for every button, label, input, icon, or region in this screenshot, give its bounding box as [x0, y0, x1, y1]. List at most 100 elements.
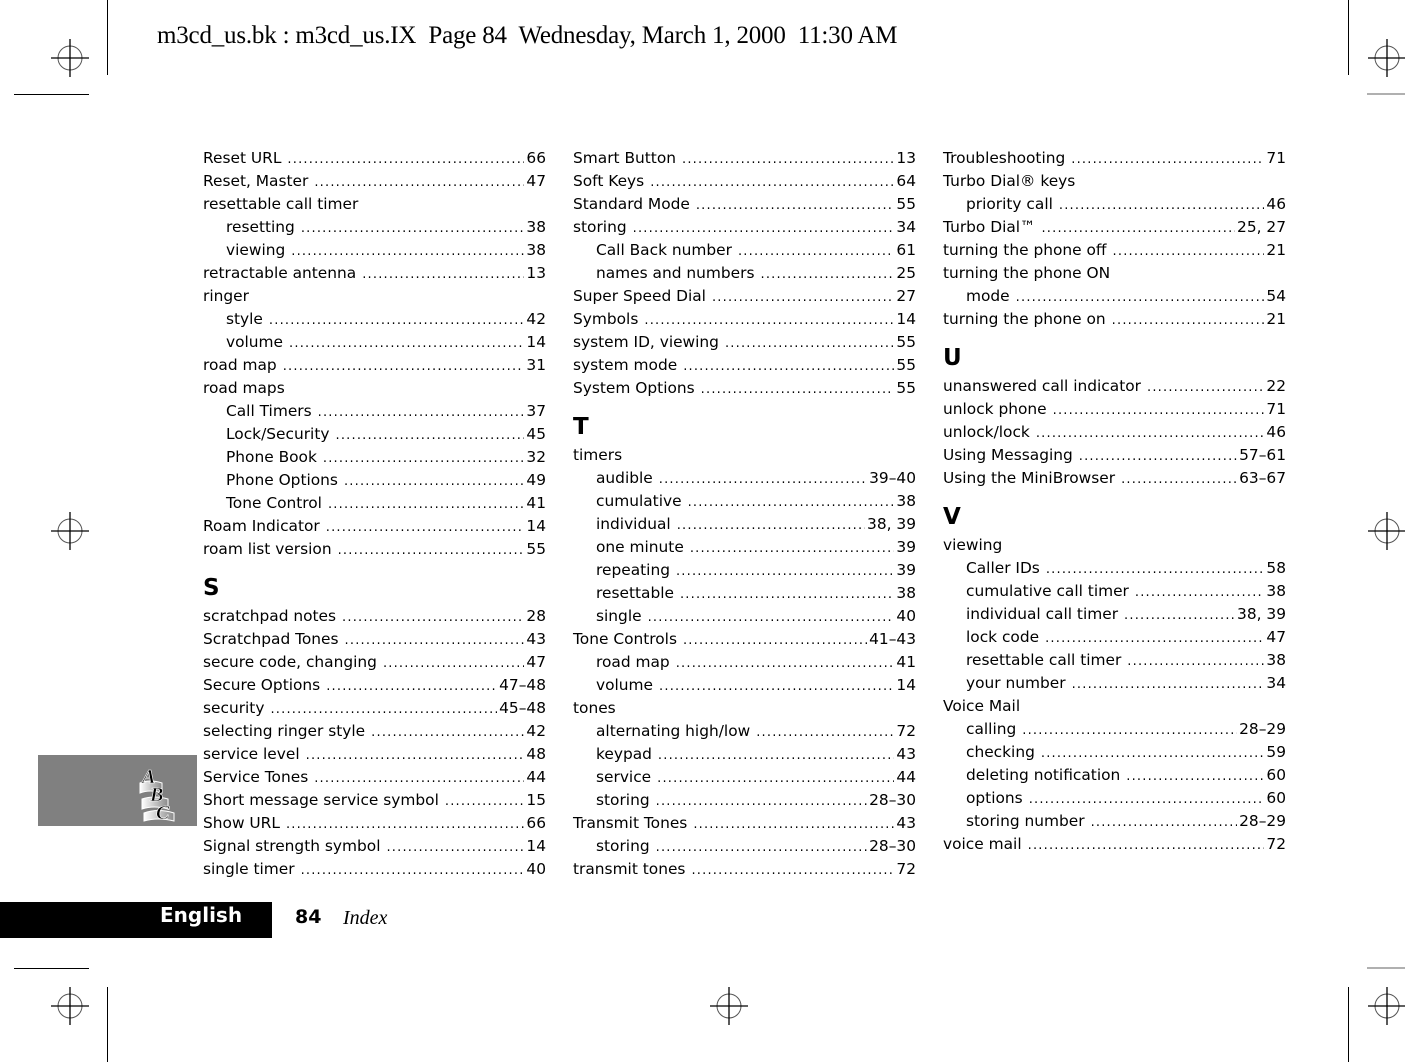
- dot-leader: [659, 675, 894, 698]
- index-term: alternating high/low: [596, 722, 751, 740]
- dot-leader: [690, 537, 895, 560]
- dot-leader: [318, 401, 525, 424]
- index-entry: tones: [573, 697, 916, 720]
- index-page-ref: 21: [1266, 310, 1286, 328]
- index-term: Caller IDs: [966, 559, 1040, 577]
- index-term: Phone Options: [226, 471, 338, 489]
- index-term: Scratchpad Tones: [203, 630, 339, 648]
- index-page-ref: 60: [1266, 789, 1286, 807]
- index-term: Roam Indicator: [203, 517, 320, 535]
- index-term: viewing: [226, 241, 286, 259]
- index-page-ref: 13: [896, 149, 916, 167]
- dot-leader: [289, 332, 524, 355]
- index-page-ref: 28–30: [869, 791, 916, 809]
- index-term: single timer: [203, 860, 295, 878]
- index-entry: unlock phone 71: [943, 398, 1286, 421]
- index-page-ref: 42: [526, 722, 546, 740]
- dot-leader: [287, 148, 524, 171]
- index-entry: turning the phone ON: [943, 262, 1286, 285]
- index-term: priority call: [966, 195, 1053, 213]
- index-subentry: lock code 47: [943, 626, 1286, 649]
- index-page-ref: 47: [1266, 628, 1286, 646]
- index-letter-heading: V: [943, 504, 961, 530]
- index-page-ref: 57–61: [1239, 446, 1286, 464]
- index-term: deleting notification: [966, 766, 1121, 784]
- index-entry: Show URL 66: [203, 812, 546, 835]
- index-page-ref: 14: [526, 837, 546, 855]
- dot-leader: [371, 721, 524, 744]
- dot-leader: [1053, 399, 1265, 422]
- index-term: lock code: [966, 628, 1040, 646]
- index-page-ref: 40: [526, 860, 546, 878]
- index-page-ref: 48: [526, 745, 546, 763]
- index-entry: Roam Indicator 14: [203, 515, 546, 538]
- index-term: cumulative call timer: [966, 582, 1129, 600]
- index-letter-heading: S: [203, 575, 220, 601]
- footer-page-number: 84: [295, 906, 322, 928]
- crop-mark-top-left-horizontal: [14, 94, 89, 95]
- dot-leader: [738, 240, 894, 263]
- index-term: storing: [596, 791, 650, 809]
- index-subentry: Lock/Security 45: [203, 423, 546, 446]
- index-term: keypad: [596, 745, 652, 763]
- index-term: Call Back number: [596, 241, 732, 259]
- index-entry: Tone Controls 41–43: [573, 628, 916, 651]
- index-subentry: Call Timers 37: [203, 400, 546, 423]
- index-page-ref: 37: [526, 402, 546, 420]
- index-entry: voice mail 72: [943, 833, 1286, 856]
- index-subentry: resettable 38: [573, 582, 916, 605]
- index-term: style: [226, 310, 263, 328]
- index-page-ref: 28–29: [1239, 812, 1286, 830]
- registration-mark-icon: [50, 511, 90, 551]
- dot-leader: [283, 355, 525, 378]
- dot-leader: [1147, 376, 1264, 399]
- dot-leader: [1041, 217, 1235, 240]
- index-page-ref: 41: [896, 653, 916, 671]
- dot-leader: [1016, 286, 1265, 309]
- index-term: Transmit Tones: [573, 814, 688, 832]
- index-entry: Signal strength symbol 14: [203, 835, 546, 858]
- dot-leader: [658, 744, 894, 767]
- registration-mark-icon: [50, 38, 90, 78]
- index-entry: Scratchpad Tones 43: [203, 628, 546, 651]
- index-page-ref: 43: [896, 814, 916, 832]
- index-term: mode: [966, 287, 1010, 305]
- dot-leader: [1113, 240, 1265, 263]
- index-entry: scratchpad notes 28: [203, 605, 546, 628]
- index-page-ref: 46: [1266, 195, 1286, 213]
- index-term: turning the phone off: [943, 241, 1107, 259]
- index-term: Using Messaging: [943, 446, 1073, 464]
- index-subentry: calling 28–29: [943, 718, 1286, 741]
- index-page-ref: 47–48: [499, 676, 546, 694]
- index-term: Signal strength symbol: [203, 837, 381, 855]
- index-term: road maps: [203, 379, 285, 397]
- index-entry: Super Speed Dial 27: [573, 285, 916, 308]
- index-subentry: audible 39–40: [573, 467, 916, 490]
- index-subentry: resetting 38: [203, 216, 546, 239]
- crop-mark-bottom-left-vertical: [107, 987, 108, 1062]
- index-entry: Symbols 14: [573, 308, 916, 331]
- index-entry: system ID, viewing 55: [573, 331, 916, 354]
- index-term: individual: [596, 515, 671, 533]
- index-page-ref: 47: [526, 653, 546, 671]
- index-page-ref: 72: [896, 722, 916, 740]
- crop-mark-top-left-vertical: [107, 0, 108, 75]
- registration-mark-icon: [50, 986, 90, 1026]
- print-slug-header: m3cd_us.bk : m3cd_us.IX Page 84 Wednesda…: [157, 22, 898, 49]
- index-term: Smart Button: [573, 149, 677, 167]
- index-term: Secure Options: [203, 676, 321, 694]
- dot-leader: [386, 836, 524, 859]
- index-term: Super Speed Dial: [573, 287, 706, 305]
- index-entry: security 45–48: [203, 697, 546, 720]
- index-page-ref: 40: [896, 607, 916, 625]
- index-term: calling: [966, 720, 1017, 738]
- index-page-ref: 14: [896, 676, 916, 694]
- dot-leader: [314, 767, 524, 790]
- index-term: unlock phone: [943, 400, 1047, 418]
- crop-mark-top-right-horizontal: [1367, 93, 1405, 95]
- dot-leader: [682, 148, 894, 171]
- index-term: Service Tones: [203, 768, 309, 786]
- crop-mark-bottom-right-horizontal: [1367, 967, 1405, 969]
- index-term: storing number: [966, 812, 1085, 830]
- index-page-ref: 42: [526, 310, 546, 328]
